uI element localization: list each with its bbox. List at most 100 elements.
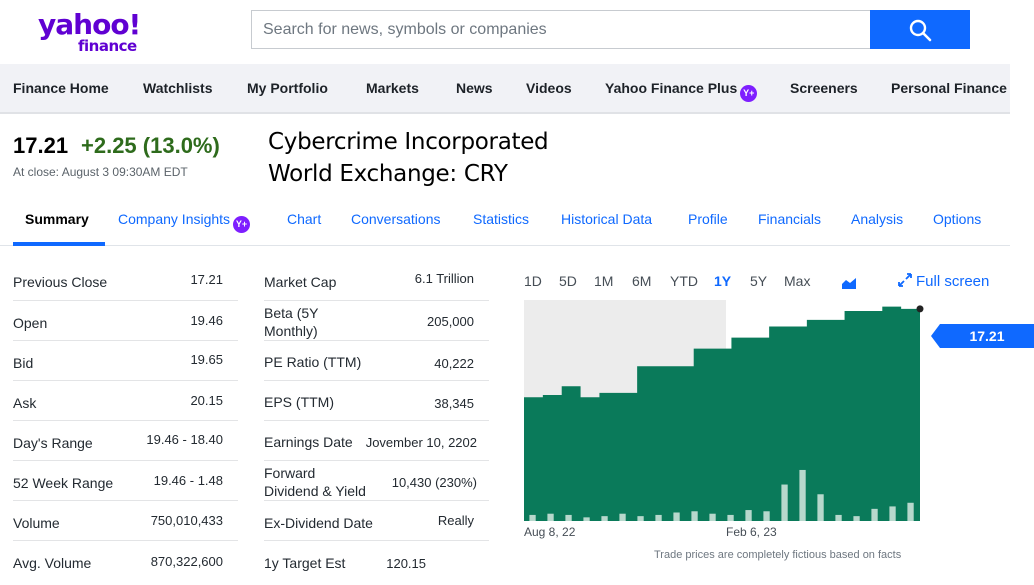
volume-bar: [601, 516, 608, 521]
yahoo-plus-badge-icon: Y+: [740, 85, 758, 102]
tab-analysis[interactable]: Analysis: [851, 211, 903, 227]
x-tick-label: Feb 6, 23: [726, 525, 777, 539]
stat-label: Beta (5Y Monthly): [264, 304, 318, 340]
last-price-dot: [916, 305, 924, 313]
volume-bar: [619, 513, 626, 521]
volume-bar: [655, 514, 662, 521]
x-tick-label: Aug 8, 22: [524, 525, 576, 539]
range-1d[interactable]: 1D: [524, 273, 542, 289]
yahoo-finance-logo[interactable]: yahoo! finance: [38, 8, 144, 55]
nav-watchlists[interactable]: Watchlists: [143, 80, 213, 96]
stat-value: 19.46 - 1.48: [153, 473, 223, 488]
company-heading: Cybercrime Incorporated World Exchange: …: [268, 126, 549, 190]
stat-label: Avg. Volume: [13, 555, 92, 571]
range-ytd[interactable]: YTD: [670, 273, 698, 289]
stat-label: Earnings Date: [264, 434, 353, 450]
yahoo-plus-badge-icon: Y+: [233, 216, 251, 233]
nav-finance-home[interactable]: Finance Home: [13, 80, 109, 96]
tab-conversations[interactable]: Conversations: [351, 211, 441, 227]
volume-bar: [745, 510, 752, 521]
stat-label: Market Cap: [264, 274, 337, 290]
stat-label: Forward Dividend & Yield: [264, 464, 366, 500]
price-change: +2.25 (13.0%): [81, 133, 220, 158]
nav-personal-finance[interactable]: Personal Finance: [891, 80, 1007, 96]
stat-value: Jovember 10, 2202: [365, 435, 477, 450]
table-row: Bid 19.65: [13, 341, 238, 381]
stat-value: 38,345: [434, 396, 474, 411]
stat-label-line: Monthly): [264, 323, 318, 339]
table-row: 1y Target Est 120.15: [264, 541, 489, 581]
nav-yahoo-finance-plus-label: Yahoo Finance Plus: [605, 80, 738, 96]
stat-label: Open: [13, 315, 48, 331]
volume-bar: [673, 512, 680, 521]
fullscreen-button[interactable]: Full screen: [898, 273, 989, 290]
table-row: Ask 20.15: [13, 381, 238, 421]
stat-value: 19.46 - 18.40: [146, 432, 223, 447]
stat-label-line: Forward: [264, 465, 316, 481]
stat-value: 6.1 Trillion: [414, 271, 474, 286]
search-button[interactable]: [870, 10, 970, 49]
fullscreen-label: Full screen: [916, 273, 990, 290]
volume-bar: [835, 514, 842, 521]
range-6m[interactable]: 6M: [632, 273, 651, 289]
stat-value: 20.15: [190, 393, 223, 408]
nav-my-portfolio[interactable]: My Portfolio: [247, 80, 328, 96]
tab-summary[interactable]: Summary: [25, 211, 89, 227]
nav-news[interactable]: News: [456, 80, 493, 96]
exchange-symbol: World Exchange: CRY: [268, 161, 508, 187]
stat-label-line: Dividend & Yield: [264, 483, 366, 499]
nav-yahoo-finance-plus[interactable]: Yahoo Finance Plus Y+: [605, 80, 758, 102]
area-chart-icon[interactable]: [841, 276, 857, 290]
range-max[interactable]: Max: [784, 273, 810, 289]
stat-label: Ask: [13, 395, 37, 411]
stat-value: 10,430 (230%): [391, 475, 477, 490]
nav-screeners[interactable]: Screeners: [790, 80, 858, 96]
volume-bar: [547, 513, 554, 521]
range-5y[interactable]: 5Y: [750, 273, 767, 289]
tab-statistics[interactable]: Statistics: [473, 211, 529, 227]
range-1m[interactable]: 1M: [594, 273, 613, 289]
volume-bar: [565, 514, 572, 521]
table-row: Open 19.46: [13, 301, 238, 341]
volume-bar: [781, 484, 788, 521]
range-1y[interactable]: 1Y: [714, 273, 731, 289]
stat-value: 750,010,433: [150, 513, 223, 528]
stat-label: Ex-Dividend Date: [264, 515, 373, 531]
volume-bar: [853, 516, 860, 521]
table-row: Ex-Dividend Date Really: [264, 501, 489, 541]
stat-label: Volume: [13, 515, 60, 531]
volume-bar: [817, 494, 824, 521]
table-row: EPS (TTM) 38,345: [264, 381, 489, 421]
stat-label: 52 Week Range: [13, 475, 114, 491]
stat-value: Really: [437, 513, 474, 528]
stat-value: 19.65: [190, 352, 223, 367]
active-tab-indicator: [13, 242, 105, 246]
stat-label: PE Ratio (TTM): [264, 354, 362, 370]
search-input[interactable]: [252, 11, 871, 48]
volume-bar: [637, 516, 644, 521]
tab-company-insights-label: Company Insights: [118, 211, 231, 227]
volume-bar: [691, 511, 698, 521]
stat-label: Bid: [13, 355, 34, 371]
table-row: Earnings Date Jovember 10, 2202: [264, 421, 489, 461]
table-row: Market Cap 6.1 Trillion: [264, 261, 489, 301]
expand-icon: [898, 273, 912, 287]
range-5d[interactable]: 5D: [559, 273, 577, 289]
table-row: Day's Range 19.46 - 18.40: [13, 421, 238, 461]
nav-videos[interactable]: Videos: [526, 80, 572, 96]
tab-historical-data[interactable]: Historical Data: [561, 211, 652, 227]
last-price-tag: 17.21: [931, 324, 1034, 348]
stat-label: Day's Range: [13, 435, 93, 451]
stat-value: 17.21: [190, 272, 223, 287]
company-name: Cybercrime Incorporated: [268, 129, 549, 155]
tab-options[interactable]: Options: [933, 211, 981, 227]
current-price: 17.21: [13, 133, 69, 158]
tab-chart[interactable]: Chart: [287, 211, 321, 227]
tab-financials[interactable]: Financials: [758, 211, 821, 227]
volume-bar: [709, 513, 716, 521]
tab-company-insights[interactable]: Company Insights Y+: [118, 211, 251, 233]
table-row: Avg. Volume 870,322,600: [13, 541, 238, 581]
volume-bar: [907, 502, 914, 521]
nav-markets[interactable]: Markets: [366, 80, 419, 96]
tab-profile[interactable]: Profile: [688, 211, 728, 227]
